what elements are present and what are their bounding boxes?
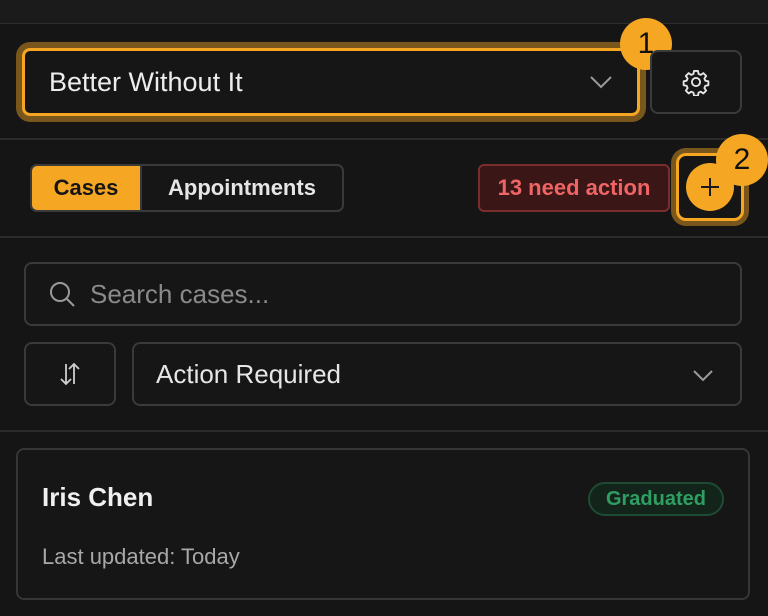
case-last-updated: Last updated: Today xyxy=(42,544,240,569)
view-tabs: Cases Appointments xyxy=(30,164,344,212)
status-badge: Graduated xyxy=(587,482,724,516)
plus-icon xyxy=(701,178,719,196)
need-action-badge[interactable]: 13 need action xyxy=(478,164,670,212)
sort-arrows-icon xyxy=(60,362,80,386)
organization-select-value: Better Without It xyxy=(49,66,243,97)
chevron-down-icon xyxy=(590,76,612,89)
search-box xyxy=(24,262,742,326)
settings-button[interactable] xyxy=(650,50,742,114)
section-divider xyxy=(0,236,768,238)
callout-badge-2: 2 xyxy=(716,134,768,186)
sort-button[interactable] xyxy=(24,342,116,406)
case-card[interactable]: Iris Chen Graduated Last updated: Today xyxy=(16,448,750,600)
search-input[interactable] xyxy=(90,278,690,310)
tab-appointments[interactable]: Appointments xyxy=(142,166,342,210)
chevron-down-icon xyxy=(693,370,713,382)
section-divider xyxy=(0,430,768,432)
organization-select[interactable]: Better Without It xyxy=(22,48,640,116)
case-name: Iris Chen xyxy=(42,482,154,512)
status-filter-value: Action Required xyxy=(156,358,341,389)
status-filter-select[interactable]: Action Required xyxy=(132,342,742,406)
tab-cases[interactable]: Cases xyxy=(32,166,142,210)
search-icon xyxy=(50,282,75,307)
section-divider xyxy=(0,138,768,140)
gear-icon xyxy=(682,69,710,96)
